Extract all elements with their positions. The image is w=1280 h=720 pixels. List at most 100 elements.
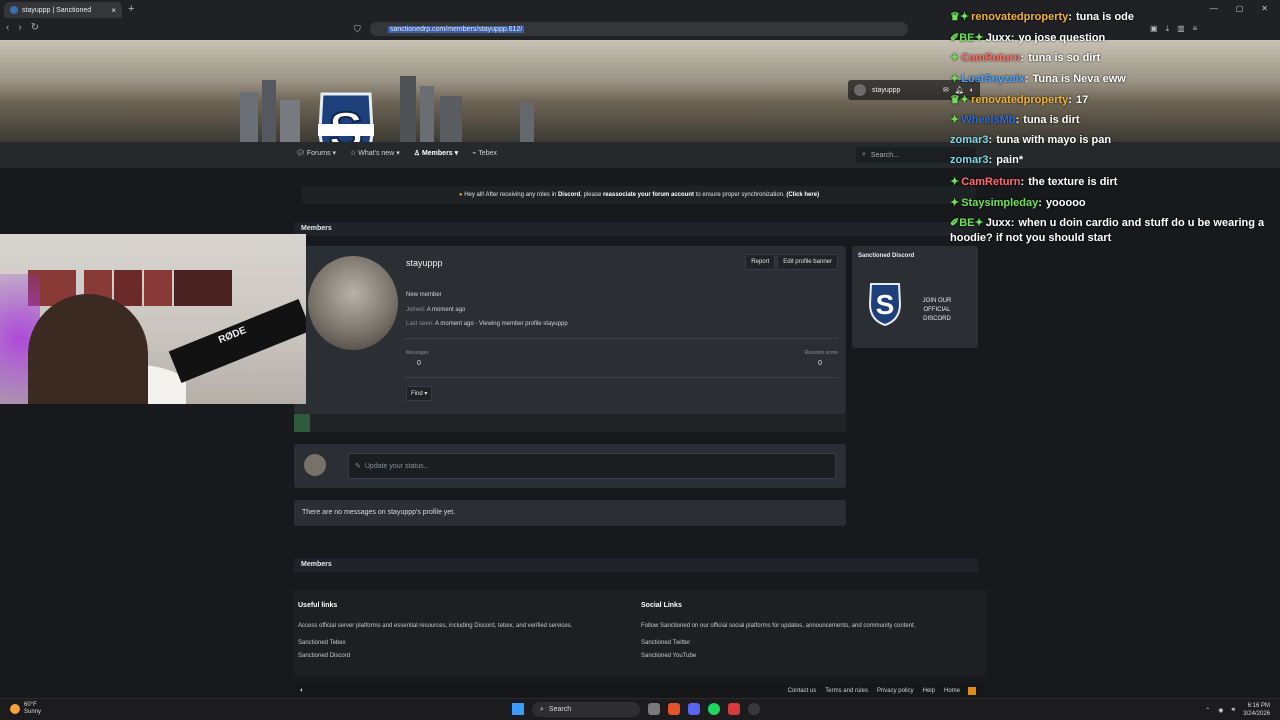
- discord-notice: ● Hey all! After receiving any roles in …: [302, 186, 976, 204]
- tab-profile-posts[interactable]: [294, 414, 310, 432]
- wall-poster: [114, 270, 142, 306]
- chat-badge-icon: ✦: [950, 73, 960, 85]
- chat-username[interactable]: WheelsMb: [961, 114, 1015, 126]
- discord-app-icon[interactable]: [688, 703, 700, 715]
- social-links-heading: Social Links: [641, 602, 682, 609]
- rss-icon[interactable]: [968, 687, 976, 695]
- sanctioned-logo[interactable]: S: [316, 90, 376, 142]
- chat-message: ✦ Staysimpleday: yooooo: [950, 197, 1086, 209]
- chat-message: ✦ CamReturn: tuna is so dirt: [950, 52, 1101, 64]
- wall-poster: [174, 270, 232, 306]
- chat-username[interactable]: CamReturn: [961, 176, 1020, 188]
- youtube-link[interactable]: Sanctioned YouTube: [641, 653, 961, 659]
- nav-whats-new[interactable]: ☆ What's new ▾: [350, 149, 400, 157]
- bookmark-icon[interactable]: ⛉: [354, 24, 361, 35]
- chat-username[interactable]: Staysimpleday: [961, 197, 1038, 209]
- nav-tebex[interactable]: ⌁ Tebex: [472, 149, 497, 157]
- breadcrumb[interactable]: Members: [294, 222, 978, 236]
- status-composer: ✎ Update your status...: [294, 444, 846, 488]
- forward-icon[interactable]: ›: [18, 22, 21, 33]
- webcam-overlay: RØDE: [0, 234, 306, 404]
- home-link[interactable]: Home: [944, 688, 960, 694]
- chat-text: tuna with mayo is pan: [996, 134, 1112, 146]
- chat-badge-icon: ✦: [950, 114, 960, 126]
- nav-members[interactable]: ♙ Members ▾: [414, 149, 458, 157]
- svg-text:S: S: [876, 289, 895, 320]
- tab-close-icon[interactable]: ×: [111, 6, 116, 15]
- clock[interactable]: 6:16 PM 3/24/2026: [1243, 702, 1270, 718]
- discord-logo[interactable]: S: [868, 282, 902, 326]
- chat-username[interactable]: renovatedproperty: [971, 94, 1068, 106]
- new-tab-button[interactable]: +: [128, 3, 134, 15]
- chat-badge-icon: ✦: [950, 52, 960, 64]
- useful-links-description: Access official server platforms and ess…: [298, 623, 573, 629]
- chevron-up-icon[interactable]: ⌃: [1205, 707, 1210, 714]
- chat-username[interactable]: Juxx: [986, 217, 1011, 229]
- style-chooser-icon[interactable]: ◐: [300, 687, 304, 694]
- messages-value[interactable]: 0: [417, 360, 421, 367]
- pinned-apps: [648, 703, 760, 715]
- profile-avatar[interactable]: [308, 256, 398, 350]
- chat-text: pain*: [996, 154, 1024, 166]
- nav-forums[interactable]: 💬︎ Forums ▾: [296, 149, 336, 157]
- contact-link[interactable]: Contact us: [788, 688, 817, 694]
- join-discord-link[interactable]: JOIN OUR OFFICIAL DISCORD: [914, 297, 960, 324]
- tab-favicon-icon: [10, 6, 18, 14]
- chat-text: hoodie? if not you should start: [950, 232, 1112, 244]
- weather-widget[interactable]: 60°F Sunny: [10, 702, 41, 716]
- back-icon[interactable]: ‹: [6, 22, 9, 33]
- avatar: [854, 84, 866, 96]
- chat-badge-icon: ♛✦: [950, 11, 970, 23]
- privacy-link[interactable]: Privacy policy: [877, 688, 914, 694]
- chat-username[interactable]: zomar3: [950, 154, 989, 166]
- terms-link[interactable]: Terms and rules: [825, 688, 868, 694]
- pencil-icon: ✎: [355, 463, 361, 470]
- twitter-link[interactable]: Sanctioned Twitter: [641, 640, 961, 646]
- footer-bottom-bar: ◐ Contact us Terms and rules Privacy pol…: [294, 684, 986, 698]
- chat-text: when u doin cardio and stuff do u be wea…: [1018, 217, 1265, 229]
- widget-title: Sanctioned Discord: [858, 253, 915, 259]
- discord-footer-link[interactable]: Sanctioned Discord: [298, 653, 618, 659]
- breadcrumb-bottom[interactable]: Members: [294, 558, 978, 572]
- reassociate-link[interactable]: reassociate your forum account: [603, 192, 694, 198]
- obs-icon[interactable]: [748, 703, 760, 715]
- click-here-link[interactable]: (Click here): [786, 192, 819, 198]
- stream-chat-overlay: ♛✦ renovatedproperty: tuna is ode ✐BE✦ Juxx:…: [946, 0, 1266, 250]
- acrobat-icon[interactable]: [728, 703, 740, 715]
- chat-badge-icon: ✦: [950, 197, 960, 209]
- profile-joined: Joined: A moment ago: [406, 307, 466, 313]
- brave-icon[interactable]: [668, 703, 680, 715]
- chat-username[interactable]: renovatedproperty: [971, 11, 1068, 23]
- spotify-icon[interactable]: [708, 703, 720, 715]
- chat-message: ✦ WheelsMb: tuna is dirt: [950, 114, 1080, 126]
- chat-badge-icon: ✐BE✦: [950, 32, 984, 44]
- chat-text: tuna is ode: [1075, 11, 1135, 23]
- search-icon: ⌕: [862, 151, 866, 158]
- chat-username[interactable]: CamReturn: [961, 52, 1020, 64]
- network-icon[interactable]: ◉: [1218, 707, 1223, 714]
- help-link[interactable]: Help: [923, 688, 935, 694]
- address-bar[interactable]: sanctionedrp.com/members/stayuppp.612/: [370, 22, 908, 36]
- reaction-score-value[interactable]: 0: [818, 360, 822, 367]
- tab-title: stayuppp | Sanctioned: [22, 6, 92, 14]
- volume-icon[interactable]: 🔊︎: [1232, 707, 1236, 714]
- report-button[interactable]: Report: [745, 254, 776, 270]
- chat-username[interactable]: Juxx: [986, 32, 1011, 44]
- chat-username[interactable]: LostSeyzaix: [961, 73, 1025, 85]
- browser-tab[interactable]: stayuppp | Sanctioned ×: [4, 2, 122, 18]
- chat-message: ✐BE✦ Juxx: yo jose question: [950, 32, 1106, 44]
- find-button[interactable]: Find ▾: [406, 386, 433, 401]
- profile-role: New member: [406, 292, 442, 298]
- file-explorer-icon[interactable]: [648, 703, 660, 715]
- reload-icon[interactable]: ↻: [31, 22, 39, 33]
- chat-username[interactable]: zomar3: [950, 134, 989, 146]
- discord-widget: Sanctioned Discord S JOIN OUR OFFICIAL D…: [852, 246, 978, 348]
- edit-banner-button[interactable]: Edit profile banner: [777, 254, 838, 270]
- tebex-link[interactable]: Sanctioned Tebex: [298, 640, 618, 646]
- status-input[interactable]: ✎ Update your status...: [348, 453, 836, 479]
- chat-message: ✐BE✦ Juxx: when u doin cardio and stuff do…: [950, 217, 1265, 229]
- chat-text: tuna is dirt: [1023, 114, 1080, 126]
- discord-link[interactable]: Discord: [558, 192, 580, 198]
- taskbar-search[interactable]: ⌕ Search: [532, 702, 640, 717]
- windows-start-icon[interactable]: [512, 703, 524, 715]
